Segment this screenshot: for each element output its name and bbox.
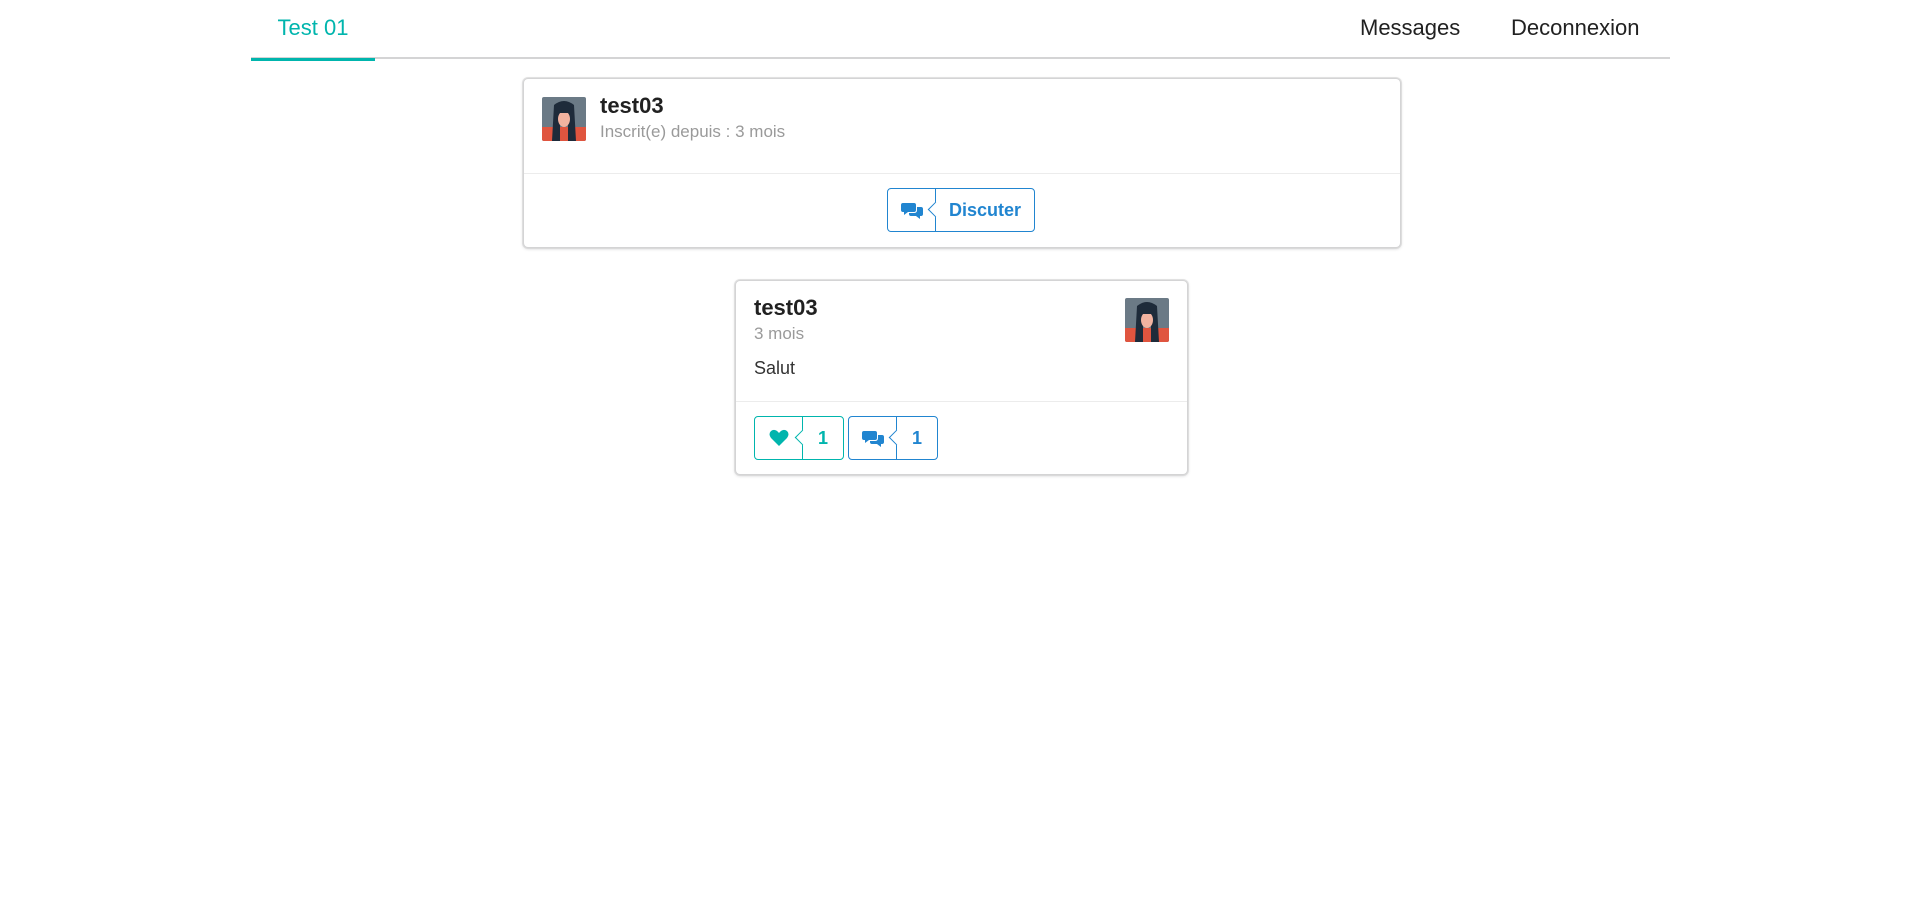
menu-item-home[interactable]: Test 01 bbox=[251, 0, 375, 61]
avatar bbox=[542, 97, 586, 141]
menu-item-messages[interactable]: Messages bbox=[1360, 0, 1460, 59]
post-username[interactable]: test03 bbox=[754, 295, 818, 321]
comment-button[interactable]: 1 bbox=[848, 416, 938, 460]
chat-button-label: Discuter bbox=[948, 199, 1022, 220]
post-avatar bbox=[1125, 298, 1169, 342]
divider bbox=[736, 401, 1187, 402]
post-content: Salut bbox=[754, 358, 796, 378]
avatar-image bbox=[542, 97, 586, 141]
comments-icon bbox=[888, 189, 944, 231]
chat-button[interactable]: Discuter bbox=[887, 188, 1035, 232]
profile-username: test03 bbox=[600, 93, 664, 118]
like-button[interactable]: 1 bbox=[754, 416, 844, 460]
post-time: 3 mois bbox=[754, 324, 805, 343]
avatar-image bbox=[1125, 298, 1169, 342]
profile-card: test03 Inscrit(e) depuis : 3 mois Discut… bbox=[523, 78, 1401, 248]
menu-item-logout[interactable]: Deconnexion bbox=[1511, 0, 1639, 59]
post-card: test03 3 mois Salut 1 1 bbox=[735, 280, 1188, 475]
heart-icon bbox=[755, 417, 811, 459]
divider bbox=[524, 173, 1400, 174]
profile-registered-since: Inscrit(e) depuis : 3 mois bbox=[600, 122, 786, 141]
comments-icon bbox=[849, 417, 905, 459]
top-menu: Test 01 Messages Deconnexion bbox=[251, 0, 1670, 61]
